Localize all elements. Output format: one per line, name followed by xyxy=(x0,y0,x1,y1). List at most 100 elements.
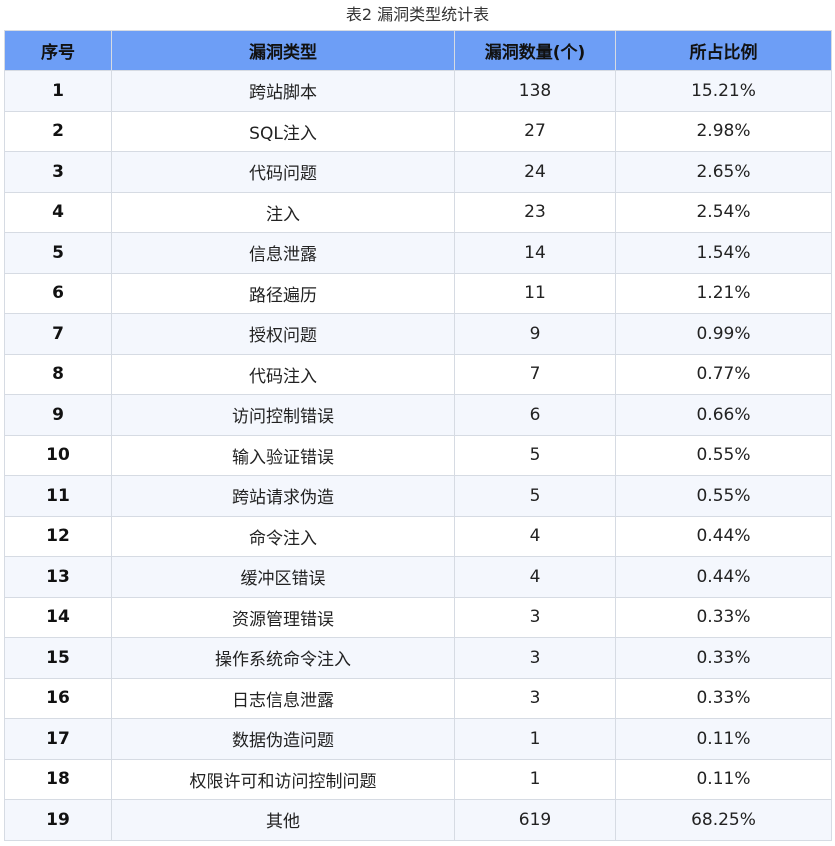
table-row: 16 日志信息泄露 3 0.33% xyxy=(4,677,832,719)
cell-percentage: 0.55% xyxy=(615,475,832,517)
table-body: 1 跨站脚本 138 15.21% 2 SQL注入 27 2.98% 3 代码问题 24 2.65% 4… xyxy=(4,70,832,841)
cell-percentage: 0.33% xyxy=(615,677,832,719)
table-row: 2 SQL注入 27 2.98% xyxy=(4,110,832,152)
cell-vulnerability-type: 跨站脚本 xyxy=(111,70,455,112)
cell-index: 10 xyxy=(4,434,112,476)
cell-percentage: 0.99% xyxy=(615,313,832,355)
cell-vulnerability-type: 操作系统命令注入 xyxy=(111,637,455,679)
cell-count: 138 xyxy=(454,70,616,112)
cell-percentage: 0.11% xyxy=(615,758,832,800)
cell-index: 4 xyxy=(4,191,112,233)
cell-index: 16 xyxy=(4,677,112,719)
cell-vulnerability-type: 日志信息泄露 xyxy=(111,677,455,719)
table-row: 10 输入验证错误 5 0.55% xyxy=(4,434,832,476)
column-header-index: 序号 xyxy=(4,30,112,71)
cell-percentage: 0.33% xyxy=(615,596,832,638)
cell-vulnerability-type: 权限许可和访问控制问题 xyxy=(111,758,455,800)
table-row: 8 代码注入 7 0.77% xyxy=(4,353,832,395)
cell-index: 1 xyxy=(4,70,112,112)
cell-count: 4 xyxy=(454,556,616,598)
cell-vulnerability-type: 输入验证错误 xyxy=(111,434,455,476)
cell-vulnerability-type: 跨站请求伪造 xyxy=(111,475,455,517)
cell-percentage: 2.65% xyxy=(615,151,832,193)
cell-count: 7 xyxy=(454,353,616,395)
cell-index: 15 xyxy=(4,637,112,679)
cell-vulnerability-type: 代码注入 xyxy=(111,353,455,395)
cell-index: 7 xyxy=(4,313,112,355)
table-row: 11 跨站请求伪造 5 0.55% xyxy=(4,475,832,517)
cell-vulnerability-type: 注入 xyxy=(111,191,455,233)
cell-count: 5 xyxy=(454,475,616,517)
cell-count: 5 xyxy=(454,434,616,476)
cell-percentage: 1.21% xyxy=(615,272,832,314)
table-row: 15 操作系统命令注入 3 0.33% xyxy=(4,637,832,679)
cell-percentage: 15.21% xyxy=(615,70,832,112)
cell-count: 4 xyxy=(454,515,616,557)
cell-count: 619 xyxy=(454,799,616,841)
table-row: 13 缓冲区错误 4 0.44% xyxy=(4,556,832,598)
cell-vulnerability-type: 其他 xyxy=(111,799,455,841)
cell-vulnerability-type: 信息泄露 xyxy=(111,232,455,274)
column-header-type: 漏洞类型 xyxy=(111,30,455,71)
table-row: 6 路径遍历 11 1.21% xyxy=(4,272,832,314)
table-row: 3 代码问题 24 2.65% xyxy=(4,151,832,193)
cell-percentage: 0.55% xyxy=(615,434,832,476)
cell-vulnerability-type: 授权问题 xyxy=(111,313,455,355)
cell-index: 17 xyxy=(4,718,112,760)
cell-index: 19 xyxy=(4,799,112,841)
cell-index: 14 xyxy=(4,596,112,638)
table-row: 18 权限许可和访问控制问题 1 0.11% xyxy=(4,758,832,800)
column-header-count: 漏洞数量(个) xyxy=(454,30,616,71)
table-row: 9 访问控制错误 6 0.66% xyxy=(4,394,832,436)
cell-vulnerability-type: SQL注入 xyxy=(111,110,455,152)
cell-vulnerability-type: 代码问题 xyxy=(111,151,455,193)
table-row: 17 数据伪造问题 1 0.11% xyxy=(4,718,832,760)
vulnerability-type-table: 序号 漏洞类型 漏洞数量(个) 所占比例 1 跨站脚本 138 15.21% 2 SQL注… xyxy=(4,30,832,841)
table-row: 19 其他 619 68.25% xyxy=(4,799,832,841)
cell-vulnerability-type: 访问控制错误 xyxy=(111,394,455,436)
cell-index: 3 xyxy=(4,151,112,193)
table-row: 5 信息泄露 14 1.54% xyxy=(4,232,832,274)
cell-index: 2 xyxy=(4,110,112,152)
table-row: 12 命令注入 4 0.44% xyxy=(4,515,832,557)
table-caption: 表2 漏洞类型统计表 xyxy=(345,5,490,24)
cell-count: 9 xyxy=(454,313,616,355)
cell-percentage: 1.54% xyxy=(615,232,832,274)
cell-vulnerability-type: 路径遍历 xyxy=(111,272,455,314)
cell-count: 1 xyxy=(454,718,616,760)
cell-percentage: 0.66% xyxy=(615,394,832,436)
cell-percentage: 0.44% xyxy=(615,556,832,598)
cell-percentage: 0.77% xyxy=(615,353,832,395)
column-header-percentage: 所占比例 xyxy=(615,30,832,71)
cell-index: 11 xyxy=(4,475,112,517)
cell-index: 9 xyxy=(4,394,112,436)
cell-count: 24 xyxy=(454,151,616,193)
cell-index: 13 xyxy=(4,556,112,598)
cell-percentage: 2.98% xyxy=(615,110,832,152)
cell-percentage: 0.33% xyxy=(615,637,832,679)
cell-vulnerability-type: 命令注入 xyxy=(111,515,455,557)
cell-index: 8 xyxy=(4,353,112,395)
cell-count: 14 xyxy=(454,232,616,274)
cell-count: 3 xyxy=(454,677,616,719)
cell-vulnerability-type: 缓冲区错误 xyxy=(111,556,455,598)
cell-count: 3 xyxy=(454,637,616,679)
table-row: 14 资源管理错误 3 0.33% xyxy=(4,596,832,638)
cell-count: 3 xyxy=(454,596,616,638)
cell-index: 18 xyxy=(4,758,112,800)
table-row: 4 注入 23 2.54% xyxy=(4,191,832,233)
cell-count: 27 xyxy=(454,110,616,152)
cell-vulnerability-type: 资源管理错误 xyxy=(111,596,455,638)
cell-index: 6 xyxy=(4,272,112,314)
cell-count: 23 xyxy=(454,191,616,233)
cell-count: 1 xyxy=(454,758,616,800)
cell-index: 5 xyxy=(4,232,112,274)
cell-vulnerability-type: 数据伪造问题 xyxy=(111,718,455,760)
cell-percentage: 2.54% xyxy=(615,191,832,233)
cell-percentage: 0.44% xyxy=(615,515,832,557)
cell-count: 11 xyxy=(454,272,616,314)
table-row: 7 授权问题 9 0.99% xyxy=(4,313,832,355)
table-header-row: 序号 漏洞类型 漏洞数量(个) 所占比例 xyxy=(4,30,832,71)
cell-index: 12 xyxy=(4,515,112,557)
table-row: 1 跨站脚本 138 15.21% xyxy=(4,70,832,112)
